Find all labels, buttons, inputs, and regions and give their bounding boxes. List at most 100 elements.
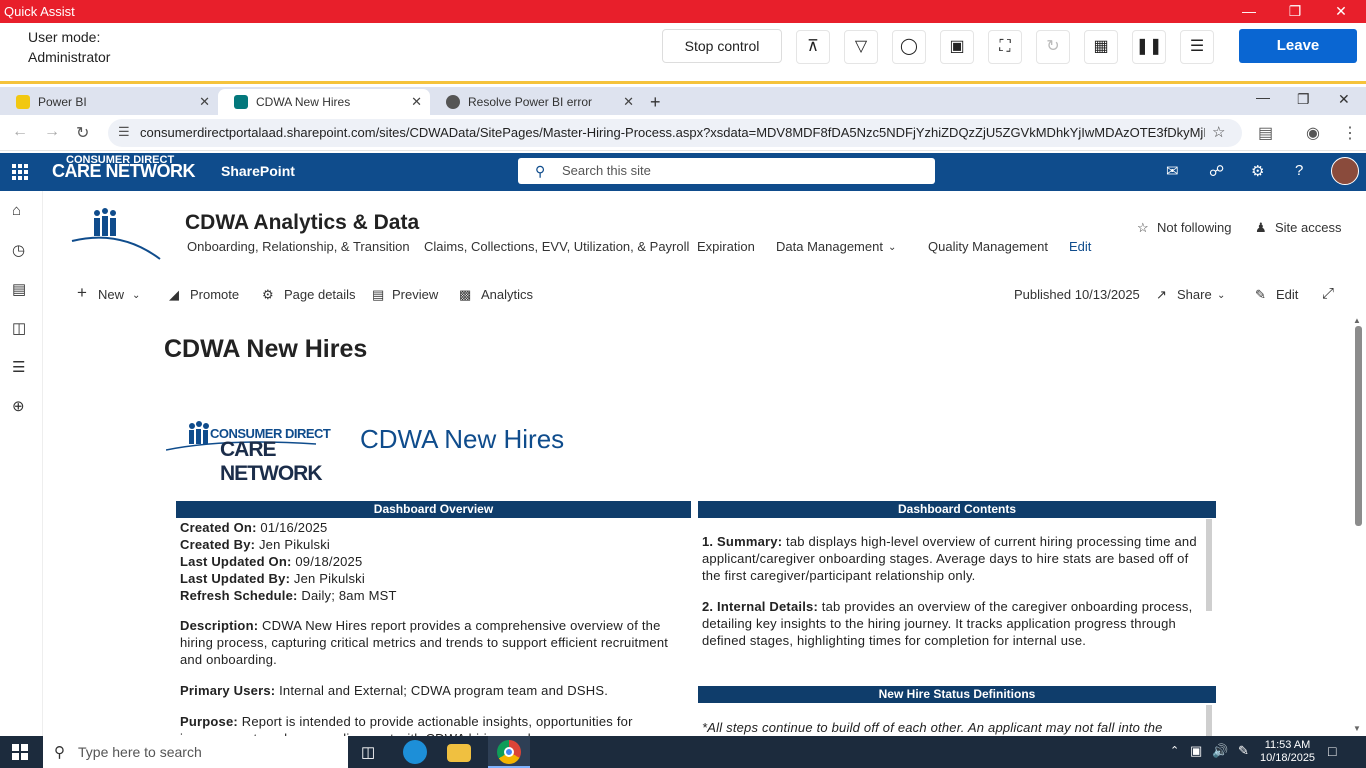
address-bar[interactable]: ☰ consumerdirectportalaad.sharepoint.com… [108,119,1242,147]
quick-assist-titlebar: Quick Assist — ❐ ✕ [0,0,1366,23]
notifications-icon[interactable]: □ [1328,743,1336,759]
pen-icon[interactable]: ✎ [1238,743,1249,759]
help-icon[interactable]: ? [1295,162,1303,179]
chat-icon[interactable]: ◯ [892,30,926,64]
back-icon[interactable]: ← [12,123,28,141]
page-title: CDWA New Hires [164,335,368,363]
bookmark-star-icon[interactable]: ☆ [1212,123,1225,141]
taskbar-search-input[interactable]: Type here to search [43,736,348,768]
published-status: Published 10/13/2025 [1014,287,1140,302]
scroll-down-icon[interactable]: ▼ [1353,724,1361,733]
menu-icon[interactable]: ☰ [1180,30,1214,64]
chevron-down-icon[interactable]: ⌄ [888,242,896,253]
fullscreen-icon[interactable]: ⛶ [988,30,1022,64]
share-button[interactable]: Share [1177,287,1212,302]
settings-gear-icon[interactable]: ⚙ [1251,162,1264,180]
taskbar-clock[interactable]: 11:53 AM 10/18/2025 [1260,739,1315,765]
site-info-icon[interactable]: ☰ [118,124,130,140]
forward-icon[interactable]: → [44,123,60,141]
chrome-taskbar-button[interactable] [488,736,530,768]
close-icon[interactable]: ✕ [1338,91,1350,108]
volume-icon[interactable]: 🔊 [1212,743,1228,759]
contents-scrollbar[interactable] [1206,519,1212,611]
site-access-button[interactable]: Site access [1275,220,1341,235]
user-mode-label: User mode: [28,29,101,45]
globe-icon[interactable]: ◷ [12,241,25,259]
analytics-button[interactable]: Analytics [481,287,533,302]
leave-button[interactable]: Leave [1239,29,1357,63]
megaphone-icon: ◢ [169,287,179,302]
page-details-button[interactable]: Page details [284,287,356,302]
logo-line2: CARE NETWORK [220,438,323,485]
nav-quality-management[interactable]: Quality Management [928,239,1048,254]
news-icon[interactable]: ▤ [12,280,26,298]
site-logo-icon[interactable] [70,205,162,261]
app-launcher-icon[interactable] [12,164,28,180]
laser-pointer-icon[interactable]: ⊼ [796,30,830,64]
chevron-up-icon[interactable]: ⌃ [1170,744,1179,757]
nav-claims[interactable]: Claims, Collections, EVV, Utilization, &… [424,239,689,254]
close-tab-icon[interactable]: ✕ [411,89,422,115]
overview-description: Description: CDWA New Hires report provi… [180,618,669,667]
file-explorer-icon[interactable] [447,744,471,762]
task-manager-icon[interactable]: ▦ [1084,30,1118,64]
pause-icon[interactable]: ❚❚ [1132,30,1166,64]
promote-button[interactable]: Promote [190,287,239,302]
company-logo[interactable]: CONSUMER DIRECT CARE NETWORK [52,155,196,181]
tab-search-icon[interactable]: ▤ [1258,123,1273,143]
nav-data-management[interactable]: Data Management [776,239,883,254]
tab-resolve-power-bi-error[interactable]: Resolve Power BI error ✕ [430,89,642,115]
status-definitions-heading: New Hire Status Definitions [698,686,1216,703]
restore-icon[interactable]: ❐ [1297,91,1310,108]
not-following-button[interactable]: Not following [1157,220,1231,235]
people-icon: ♟ [1255,220,1267,235]
restore-icon[interactable]: ❐ [1272,0,1318,23]
expand-icon[interactable]: ⤢ [1322,285,1334,302]
scroll-up-icon[interactable]: ▲ [1353,316,1361,325]
page-scrollbar[interactable] [1355,326,1362,526]
site-title[interactable]: CDWA Analytics & Data [185,211,419,235]
files-icon[interactable]: ◫ [12,319,26,337]
new-button[interactable]: New [98,287,124,302]
search-icon: ⚲ [535,163,546,179]
select-monitor-icon[interactable]: ▣ [940,30,974,64]
chevron-down-icon[interactable]: ⌄ [132,290,140,301]
share-network-icon[interactable]: ☍ [1209,162,1224,180]
feedback-icon[interactable]: ✉ [1166,162,1179,180]
minimize-icon[interactable]: — [1226,0,1272,23]
new-tab-button[interactable]: + [614,89,661,115]
profile-icon[interactable]: ◉ [1306,123,1320,143]
close-tab-icon[interactable]: ✕ [199,89,210,115]
nav-expiration[interactable]: Expiration [697,239,755,254]
edit-button[interactable]: Edit [1276,287,1298,302]
home-icon[interactable]: ⌂ [12,202,21,219]
openai-icon [446,95,460,109]
minimize-icon[interactable]: — [1256,89,1270,105]
sharepoint-suite-bar: CONSUMER DIRECT CARE NETWORK SharePoint … [0,153,1366,191]
search-icon: ⚲ [54,744,65,761]
avatar[interactable] [1331,157,1359,185]
status-scrollbar[interactable] [1206,705,1212,736]
site-search-input[interactable]: Search this site [518,158,935,184]
chevron-down-icon[interactable]: ⌄ [1217,290,1225,301]
browser-tab-strip: Power BI ✕ CDWA New Hires ✕ Resolve Powe… [0,87,1366,115]
reconnect-icon[interactable]: ↻ [1036,30,1070,64]
tab-power-bi[interactable]: Power BI ✕ [0,89,218,115]
contents-scroll-area[interactable]: 1. Summary: tab displays high-level over… [698,519,1216,684]
task-view-icon[interactable]: ◫ [361,743,375,761]
create-icon[interactable]: ⊕ [12,397,25,415]
more-menu-icon[interactable]: ⋮ [1342,123,1358,143]
nav-onboarding[interactable]: Onboarding, Relationship, & Transition [187,239,410,254]
nav-edit-link[interactable]: Edit [1069,239,1091,254]
network-icon[interactable]: ▣ [1190,743,1202,759]
lists-icon[interactable]: ☰ [12,358,25,376]
annotate-icon[interactable]: ▽ [844,30,878,64]
stop-control-button[interactable]: Stop control [662,29,782,63]
windows-start-icon[interactable] [12,744,28,760]
close-icon[interactable]: ✕ [1318,0,1364,23]
tab-cdwa-new-hires[interactable]: CDWA New Hires ✕ [218,89,430,115]
preview-button[interactable]: Preview [392,287,438,302]
edge-icon[interactable] [403,740,427,764]
sharepoint-app-name[interactable]: SharePoint [221,163,295,179]
reload-icon[interactable]: ↻ [76,123,89,143]
